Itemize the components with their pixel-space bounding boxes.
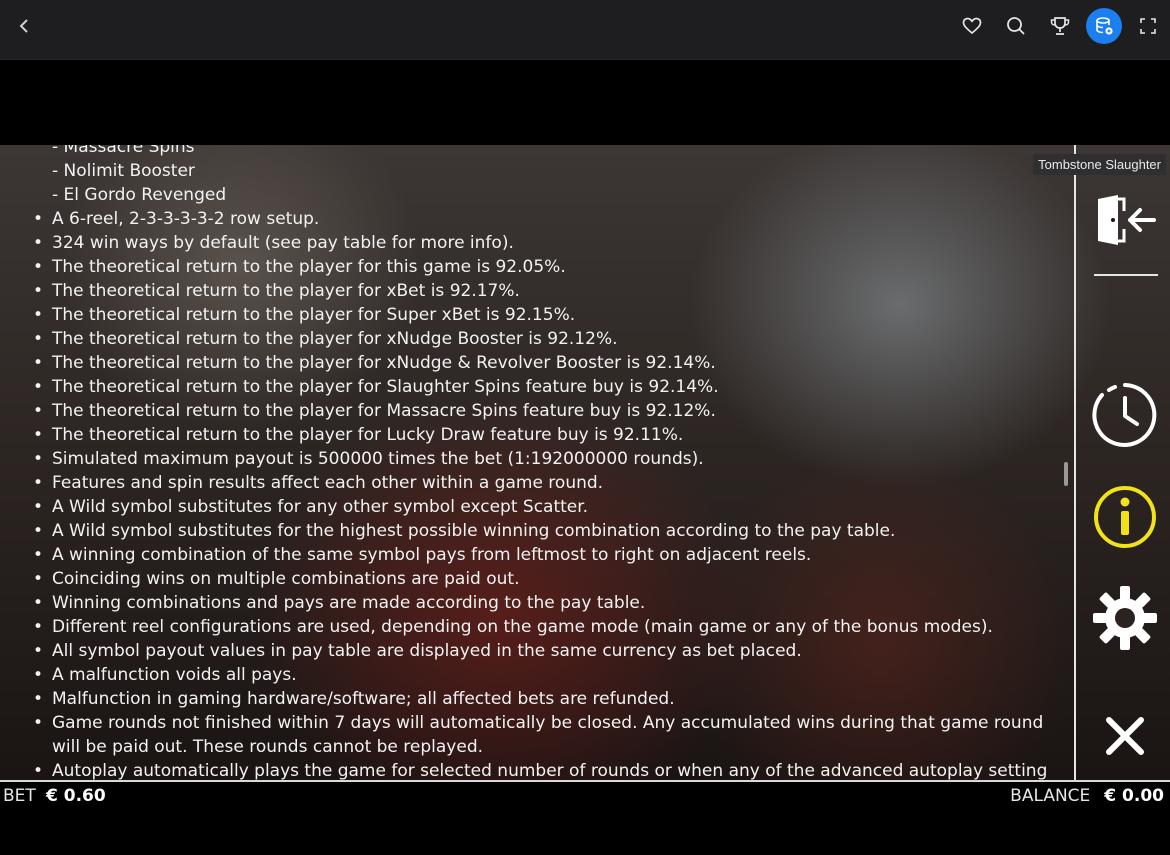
- favorite-button[interactable]: [950, 4, 994, 48]
- info-icon: [1094, 486, 1156, 548]
- rules-item: The theoretical return to the player for…: [33, 375, 1060, 399]
- history-icon: [1092, 383, 1157, 447]
- trophy-button[interactable]: [1038, 4, 1082, 48]
- game-title-tooltip: Tombstone Slaughter: [1033, 154, 1166, 175]
- rules-item: All symbol payout values in pay table ar…: [33, 639, 1060, 663]
- rules-item: Winning combinations and pays are made a…: [33, 591, 1060, 615]
- exit-game-button[interactable]: [1090, 185, 1160, 255]
- settings-icon: [1093, 586, 1157, 650]
- rules-item: The theoretical return to the player for…: [33, 303, 1060, 327]
- wallet-button[interactable]: [1086, 8, 1122, 44]
- letterbox-band: [0, 61, 1170, 145]
- top-bar: [0, 0, 1170, 60]
- side-menu: Tombstone Slaughter: [1033, 145, 1170, 780]
- game-area: - Massacre Spins - Nolimit Booster - El …: [0, 145, 1170, 780]
- history-button[interactable]: [1090, 380, 1160, 450]
- rules-item: Different reel configurations are used, …: [33, 615, 1060, 639]
- rules-item: Malfunction in gaming hardware/software;…: [33, 687, 1060, 711]
- rules-item: 324 win ways by default (see pay table f…: [33, 231, 1060, 255]
- search-icon: [1007, 17, 1025, 35]
- close-icon: [1106, 717, 1144, 755]
- info-button[interactable]: [1090, 482, 1160, 552]
- trophy-icon: [1050, 17, 1070, 35]
- rules-item: The theoretical return to the player for…: [33, 399, 1060, 423]
- game-rules-list[interactable]: - Massacre Spins - Nolimit Booster - El …: [0, 145, 1060, 780]
- side-divider: [1094, 274, 1158, 276]
- rules-scrollbar[interactable]: [1064, 462, 1068, 486]
- rules-item: Features and spin results affect each ot…: [33, 471, 1060, 495]
- rules-item: Simulated maximum payout is 500000 times…: [33, 447, 1060, 471]
- rules-item: Autoplay automatically plays the game fo…: [33, 759, 1060, 780]
- rules-item: The theoretical return to the player for…: [33, 279, 1060, 303]
- fullscreen-button[interactable]: [1126, 4, 1170, 48]
- rules-item: The theoretical return to the player for…: [33, 351, 1060, 375]
- rules-item: A Wild symbol substitutes for the highes…: [33, 519, 1060, 543]
- search-button[interactable]: [994, 4, 1038, 48]
- heart-icon: [962, 17, 982, 35]
- rules-sub-item: - Massacre Spins: [52, 145, 195, 157]
- balance-value: € 0.00: [1104, 786, 1164, 806]
- bet-value: € 0.60: [46, 786, 106, 806]
- rules-item: Coinciding wins on multiple combinations…: [33, 567, 1060, 591]
- rules-item: Game rounds not finished within 7 days w…: [33, 711, 1060, 759]
- balance-label: BALANCE: [1010, 786, 1091, 806]
- wallet-icon: [1096, 17, 1113, 35]
- settings-button[interactable]: [1090, 583, 1160, 653]
- rules-sub-item: - El Gordo Revenged: [52, 185, 227, 205]
- exit-icon: [1098, 195, 1156, 245]
- rules-item: A winning combination of the same symbol…: [33, 543, 1060, 567]
- bottom-bar: BET € 0.60 BALANCE € 0.00: [0, 780, 1170, 810]
- rules-item: The theoretical return to the player for…: [33, 423, 1060, 447]
- back-icon: [19, 19, 28, 33]
- rules-sub-item: - Nolimit Booster: [52, 161, 195, 181]
- back-button[interactable]: [10, 12, 38, 40]
- rules-item: The theoretical return to the player for…: [33, 255, 1060, 279]
- fullscreen-icon: [1140, 18, 1156, 34]
- rules-item: A Wild symbol substitutes for any other …: [33, 495, 1060, 519]
- rules-item: The theoretical return to the player for…: [33, 327, 1060, 351]
- close-rules-button[interactable]: [1090, 701, 1160, 771]
- bet-label: BET: [3, 786, 36, 806]
- rules-item: A malfunction voids all pays.: [33, 663, 1060, 687]
- rules-item: A 6-reel, 2-3-3-3-3-2 row setup.: [33, 207, 1060, 231]
